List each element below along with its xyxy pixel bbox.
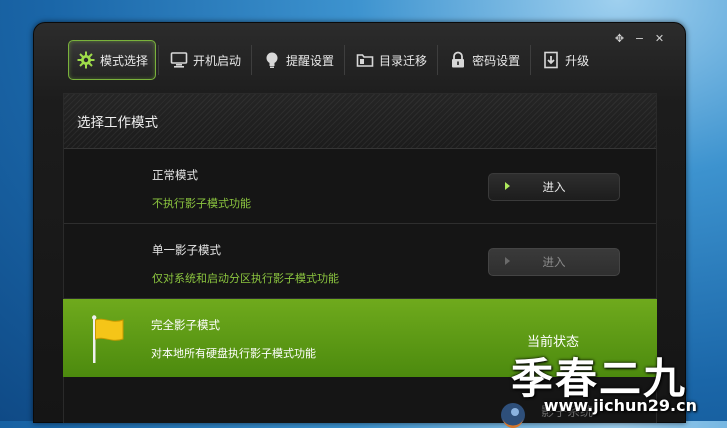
tab-label: 模式选择	[100, 53, 149, 68]
button-label: 进入	[542, 255, 566, 269]
mode-row-normal: 正常模式 不执行影子模式功能 进入	[64, 149, 656, 224]
flag-icon	[92, 315, 124, 363]
tab-upgrade[interactable]: 升级	[533, 41, 597, 79]
watermark-url: www.jichun29.cn	[543, 396, 697, 415]
mode-desc: 对本地所有硬盘执行影子模式功能	[151, 347, 316, 360]
play-arrow-icon	[505, 257, 510, 265]
restore-icon[interactable]: ✥	[614, 32, 625, 45]
tab-reminder[interactable]: 提醒设置	[254, 41, 342, 79]
tab-password[interactable]: 密码设置	[440, 41, 528, 79]
play-arrow-icon	[505, 182, 510, 190]
tab-startup[interactable]: 开机启动	[161, 41, 249, 79]
tab-label: 目录迁移	[379, 53, 428, 68]
tab-label: 开机启动	[193, 53, 242, 68]
folder-icon	[355, 50, 375, 70]
mode-title: 完全影子模式	[151, 318, 220, 332]
tab-dir-migrate[interactable]: 目录迁移	[347, 41, 435, 79]
close-icon[interactable]: ✕	[654, 32, 665, 45]
tab-divider	[158, 45, 160, 75]
panel-title: 选择工作模式	[64, 94, 656, 149]
mode-title: 正常模式	[152, 168, 198, 182]
tab-bar: 模式选择 开机启动 提醒设置 目录迁移 密码设置 升级	[68, 40, 597, 80]
monitor-icon	[169, 50, 189, 70]
tab-label: 提醒设置	[286, 53, 335, 68]
mode-title: 单一影子模式	[152, 243, 221, 257]
tab-divider	[251, 45, 253, 75]
mode-desc: 仅对系统和启动分区执行影子模式功能	[152, 272, 339, 285]
mode-row-single-shadow: 单一影子模式 仅对系统和启动分区执行影子模式功能 进入	[64, 224, 656, 299]
upgrade-icon	[541, 50, 561, 70]
enter-single-shadow-button: 进入	[488, 248, 620, 276]
tab-divider	[344, 45, 346, 75]
mode-desc: 不执行影子模式功能	[152, 197, 251, 210]
tab-label: 升级	[565, 53, 590, 68]
lightbulb-icon	[262, 50, 282, 70]
tab-label: 密码设置	[472, 53, 521, 68]
button-label: 进入	[542, 180, 566, 194]
tab-divider	[530, 45, 532, 75]
enter-normal-button[interactable]: 进入	[488, 173, 620, 201]
tab-divider	[437, 45, 439, 75]
tab-mode-select[interactable]: 模式选择	[68, 40, 157, 80]
gear-icon	[76, 50, 96, 70]
window-controls: ✥ − ✕	[614, 32, 665, 45]
lock-icon	[448, 50, 468, 70]
minimize-icon[interactable]: −	[634, 32, 645, 45]
